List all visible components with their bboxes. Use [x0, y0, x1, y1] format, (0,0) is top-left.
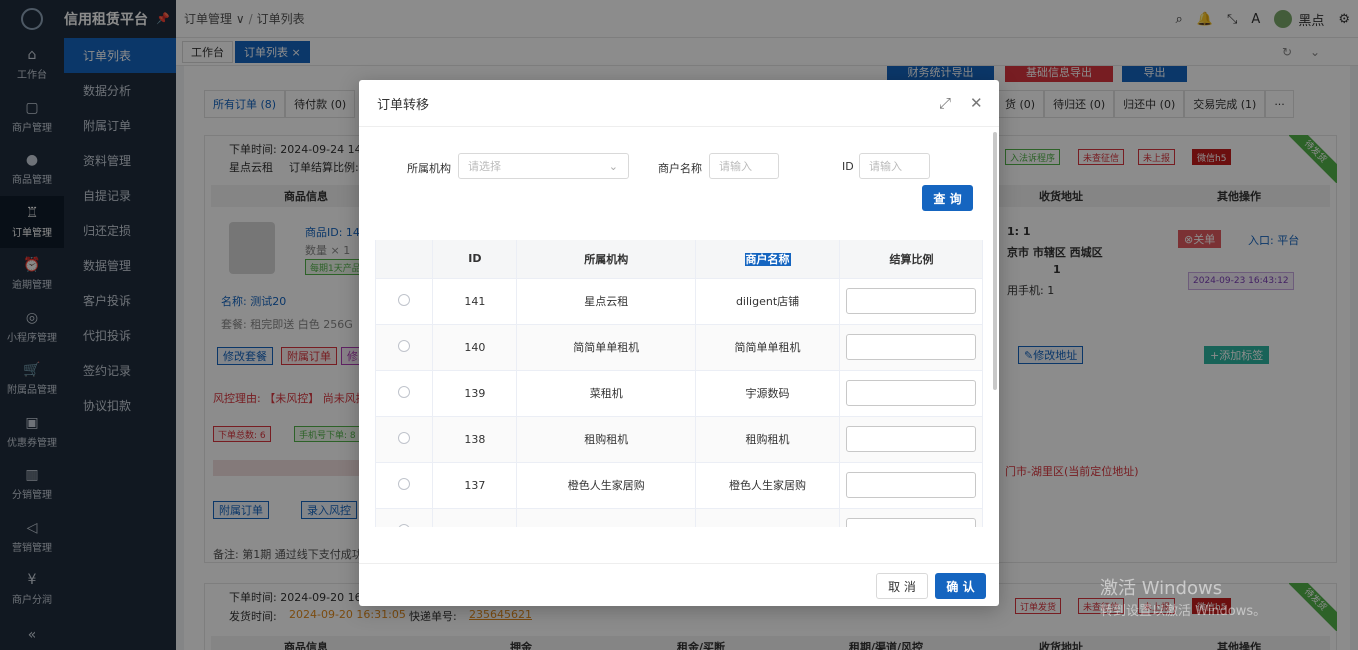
row-radio[interactable] — [398, 293, 411, 306]
row-radio[interactable] — [398, 477, 411, 490]
org-select[interactable]: 请选择 ⌄ — [458, 153, 629, 179]
ratio-input[interactable] — [846, 518, 977, 527]
ratio-input[interactable] — [846, 288, 977, 314]
row-radio[interactable] — [398, 385, 411, 398]
row-radio[interactable] — [398, 431, 411, 444]
cancel-button[interactable]: 取 消 — [876, 573, 928, 599]
windows-watermark-sub: 转到设置以激活 Windows。 — [1100, 604, 1267, 619]
confirm-button[interactable]: 确 认 — [935, 573, 986, 599]
row-radio[interactable] — [398, 523, 411, 527]
table-row[interactable]: 140 简简单单租机 简简单单租机 — [376, 324, 982, 371]
ratio-input[interactable] — [846, 334, 977, 360]
table-row[interactable] — [376, 508, 982, 527]
close-icon[interactable]: ✕ — [970, 94, 983, 112]
merchant-table: ID 所属机构 商户名称 结算比例 141 星点云租 diligent店铺 14… — [375, 240, 983, 527]
id-label: ID — [842, 160, 854, 173]
cell-merchant: 租购租机 — [695, 416, 840, 463]
cell-id: 138 — [432, 416, 518, 463]
cell-id: 140 — [432, 324, 518, 371]
table-header: ID 所属机构 商户名称 结算比例 — [376, 240, 982, 279]
dialog-title: 订单转移 — [377, 97, 430, 113]
windows-watermark: 激活 Windows — [1100, 578, 1223, 599]
merchant-name-input[interactable]: 请输入 — [709, 153, 779, 179]
cell-org: 菜租机 — [516, 370, 697, 417]
table-row[interactable]: 139 菜租机 宇源数码 — [376, 370, 982, 417]
dialog-header: 订单转移 ⤢ ✕ — [359, 80, 999, 126]
col-org: 所属机构 — [516, 240, 697, 279]
cell-merchant: 简简单单租机 — [695, 324, 840, 371]
cell-merchant: 宇源数码 — [695, 370, 840, 417]
cell-org: 橙色人生家居购 — [516, 462, 697, 509]
chevron-down-icon: ⌄ — [608, 159, 618, 173]
cell-id: 141 — [432, 278, 518, 325]
dialog-footer: 取 消 确 认 — [359, 563, 999, 606]
query-button[interactable]: 查 询 — [922, 185, 973, 211]
cell-merchant: 橙色人生家居购 — [695, 462, 840, 509]
divider — [359, 126, 999, 127]
cell-id: 139 — [432, 370, 518, 417]
cell-id: 137 — [432, 462, 518, 509]
org-label: 所属机构 — [407, 162, 451, 175]
cell-org: 星点云租 — [516, 278, 697, 325]
table-row[interactable]: 141 星点云租 diligent店铺 — [376, 278, 982, 325]
col-select — [376, 240, 434, 279]
order-transfer-dialog: 订单转移 ⤢ ✕ 所属机构 请选择 ⌄ 商户名称 请输入 ID 请输入 查 询 I… — [359, 80, 999, 606]
col-id: ID — [432, 240, 518, 279]
cell-org: 租购租机 — [516, 416, 697, 463]
table-row[interactable]: 138 租购租机 租购租机 — [376, 416, 982, 463]
cell-org: 简简单单租机 — [516, 324, 697, 371]
table-row[interactable]: 137 橙色人生家居购 橙色人生家居购 — [376, 462, 982, 509]
id-input[interactable]: 请输入 — [859, 153, 930, 179]
col-ratio: 结算比例 — [839, 240, 982, 279]
ratio-input[interactable] — [846, 426, 977, 452]
dialog-scrollbar[interactable] — [993, 132, 997, 390]
cell-merchant: diligent店铺 — [695, 278, 840, 325]
ratio-input[interactable] — [846, 472, 977, 498]
row-radio[interactable] — [398, 339, 411, 352]
ratio-input[interactable] — [846, 380, 977, 406]
merchant-label: 商户名称 — [658, 162, 702, 175]
maximize-icon[interactable]: ⤢ — [939, 94, 951, 112]
col-merchant: 商户名称 — [695, 240, 840, 279]
